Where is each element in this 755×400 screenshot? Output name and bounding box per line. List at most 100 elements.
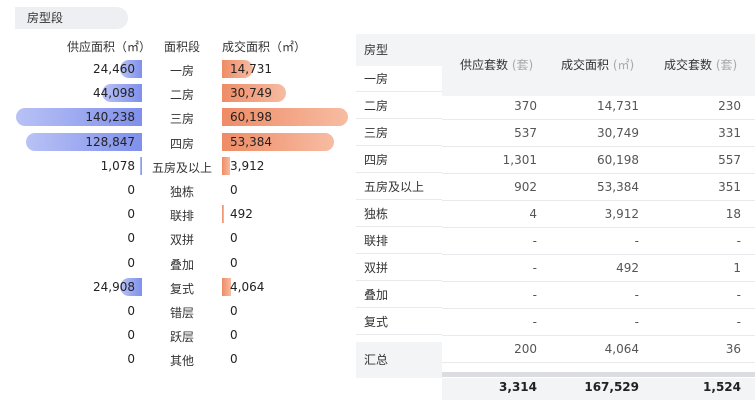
supply-units-cell: 902	[514, 180, 537, 194]
deal-area-cell: 14,731	[597, 99, 639, 113]
deal-units-cell: -	[736, 315, 741, 329]
room-type-label: 三房	[169, 112, 194, 127]
deal-units-cell: 331	[718, 126, 741, 140]
deal-units-cell: 1	[733, 261, 741, 275]
supply-area-value: 128,847	[85, 134, 135, 149]
chart-row: 1,078 五房及以上 3,912	[0, 156, 350, 176]
type-row-label: 双拼	[356, 255, 442, 281]
supply-area-header: 供应面积（㎡）	[67, 40, 152, 54]
table-row: 200 4,064 36	[442, 336, 755, 363]
supply-area-value: 0	[127, 304, 135, 318]
room-type-label: 联排	[169, 209, 194, 224]
type-column: 房型 一房 二房 三房 四房 五房及以上 独栋 联排 双拼 叠加 复式 汇总	[356, 34, 442, 400]
type-row-label: 复式	[356, 309, 442, 335]
table-header: 供应套数 (套) 成交面积 (㎡) 成交套数 (套)	[442, 34, 755, 96]
table-row: ---	[442, 282, 755, 309]
type-row-label: 三房	[356, 120, 442, 146]
col-header-deal-area: 成交面积 (㎡)	[561, 58, 635, 72]
chart-row: 24,908 复式 4,064	[0, 277, 350, 297]
chart-row: 44,098 二房 30,749	[0, 83, 350, 103]
chart-row: 24,460 一房 14,731	[0, 59, 350, 79]
type-row-label: 二房	[356, 93, 442, 119]
supply-units-cell: -	[532, 234, 537, 248]
deal-area-value: 0	[230, 352, 238, 367]
table-row: 537 30,749 331	[442, 120, 755, 147]
deal-area-cell: -	[634, 288, 639, 302]
type-row-label: 四房	[356, 147, 442, 173]
supply-area-value: 0	[127, 255, 135, 270]
deal-area-value: 0	[230, 231, 238, 246]
deal-area-cell: -	[634, 315, 639, 329]
type-row-label: 一房	[356, 66, 442, 92]
deal-area-cell: 3,912	[604, 207, 639, 221]
chart-row: 128,847 四房 53,384	[0, 132, 350, 152]
supply-area-value: 0	[127, 328, 135, 343]
total-deal-area: 167,529	[584, 380, 639, 394]
room-type-label: 二房	[169, 88, 194, 103]
supply-area-value: 24,460	[93, 62, 135, 76]
deal-area-bar[interactable]	[222, 205, 224, 224]
deal-units-cell: 36	[725, 342, 741, 356]
deal-units-cell: 18	[725, 207, 741, 221]
room-type-label: 叠加	[169, 257, 194, 272]
table-row: 1,301 60,198 557	[442, 147, 755, 174]
room-type-label: 一房	[169, 64, 194, 78]
supply-units-cell: 200	[514, 342, 537, 356]
table-row: 370 14,731 230	[442, 93, 755, 120]
table-row: ---	[442, 228, 755, 255]
chart-row: 0 叠加 0	[0, 253, 350, 273]
room-type-label: 跃层	[169, 330, 194, 345]
deal-area-value: 4,064	[230, 279, 265, 294]
data-table: 房型 一房 二房 三房 四房 五房及以上 独栋 联排 双拼 叠加 复式 汇总 供应套数 (套) 成…	[356, 34, 755, 400]
deal-units-cell: 557	[718, 153, 741, 167]
chart-row: 0 错层 0	[0, 301, 350, 321]
segment-header: 面积段	[164, 40, 201, 54]
total-label: 汇总	[356, 342, 442, 378]
chart-row: 0 联排 492	[0, 204, 350, 224]
type-column-header: 房型	[356, 34, 442, 66]
supply-area-value: 0	[127, 352, 135, 367]
deal-area-value: 60,198	[230, 110, 272, 125]
table-row: ---	[442, 309, 755, 336]
supply-units-cell: 4	[529, 207, 537, 221]
supply-area-value: 44,098	[93, 86, 135, 101]
supply-units-cell: 537	[514, 126, 537, 140]
deal-area-cell: 4,064	[604, 342, 639, 356]
deal-units-cell: -	[736, 288, 741, 302]
deal-area-value: 0	[230, 304, 238, 318]
room-type-label: 错层	[169, 306, 194, 320]
room-type-label: 独栋	[169, 185, 194, 199]
total-deal-units: 1,524	[703, 380, 741, 394]
deal-area-header: 成交面积（㎡）	[222, 40, 307, 54]
deal-area-cell: 60,198	[597, 153, 639, 167]
col-header-supply-units: 供应套数 (套)	[460, 58, 534, 72]
deal-area-cell: 30,749	[597, 126, 639, 140]
supply-units-cell: -	[532, 288, 537, 302]
deal-area-bar[interactable]	[222, 156, 231, 175]
horizontal-scrollbar[interactable]	[442, 372, 755, 377]
deal-units-cell: 230	[718, 99, 741, 113]
supply-area-value: 140,238	[85, 110, 135, 125]
deal-area-cell: 53,384	[597, 180, 639, 194]
total-supply-units: 3,314	[499, 380, 537, 394]
supply-area-value: 0	[127, 231, 135, 246]
supply-units-cell: -	[532, 261, 537, 275]
deal-area-value: 0	[230, 183, 238, 197]
deal-units-cell: 351	[718, 180, 741, 194]
supply-units-cell: 1,301	[502, 153, 537, 167]
type-row-label: 独栋	[356, 201, 442, 227]
supply-area-value: 0	[127, 207, 135, 222]
supply-area-value: 24,908	[93, 279, 135, 294]
supply-area-bar[interactable]	[140, 156, 142, 175]
table-row: - 492 1	[442, 255, 755, 282]
totals-row: 3,314 167,529 1,524	[442, 378, 755, 400]
room-type-label: 其他	[169, 354, 194, 369]
deal-units-cell: -	[736, 234, 741, 248]
room-type-label: 复式	[169, 281, 194, 296]
chart-row: 0 其他 0	[0, 349, 350, 369]
chart-row: 0 跃层 0	[0, 325, 350, 345]
deal-area-value: 492	[230, 207, 253, 222]
supply-area-value: 1,078	[100, 158, 135, 173]
section-tag[interactable]: 房型段	[15, 7, 128, 29]
table-row: 902 53,384 351	[442, 174, 755, 201]
